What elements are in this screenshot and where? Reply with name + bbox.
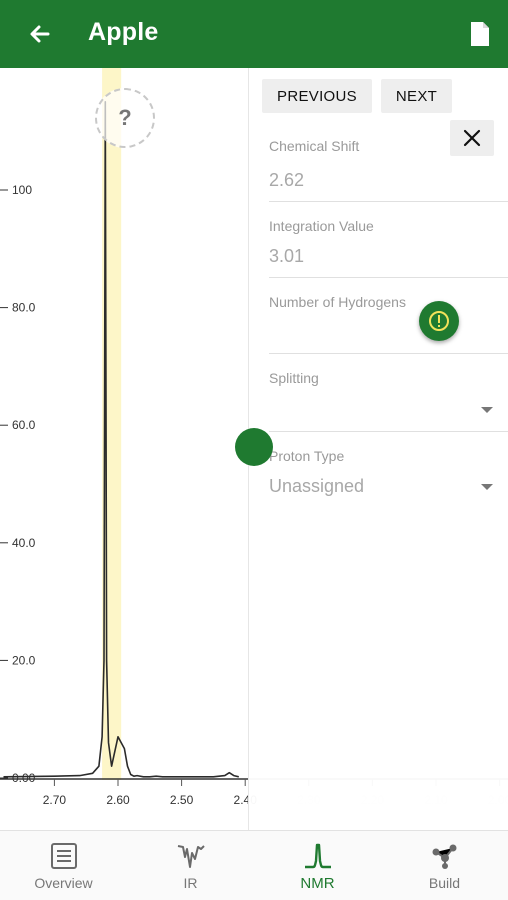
nav-overview-label: Overview <box>34 875 93 891</box>
nav-ir-label: IR <box>183 875 198 891</box>
y-tick-label: 0.00 <box>12 771 36 785</box>
integration-value-label: Integration Value <box>269 218 374 234</box>
nav-nmr-label: NMR <box>300 875 335 892</box>
splitting-select[interactable]: Splitting <box>269 370 508 432</box>
x-tick-label: 2.70 <box>43 793 67 807</box>
chemical-shift-field[interactable]: Chemical Shift 2.62 <box>269 138 508 202</box>
panel-drag-handle[interactable] <box>235 428 273 466</box>
y-tick-label: 100 <box>12 183 32 197</box>
proton-type-value: Unassigned <box>269 476 365 496</box>
proton-type-label: Proton Type <box>269 448 345 464</box>
integration-value-field[interactable]: Integration Value 3.01 <box>269 218 508 278</box>
hydrogens-warning-button[interactable] <box>419 301 459 341</box>
list-document-icon <box>50 843 77 869</box>
y-tick-label: 80.0 <box>12 301 36 315</box>
number-of-hydrogens-field[interactable]: Number of Hydrogens <box>269 294 508 354</box>
molecule-icon <box>432 844 456 869</box>
integration-value-value: 3.01 <box>269 246 305 266</box>
exclamation-icon <box>429 311 449 331</box>
nav-ir[interactable]: IR <box>127 831 254 900</box>
nav-overview[interactable]: Overview <box>0 831 127 900</box>
number-of-hydrogens-label: Number of Hydrogens <box>269 294 406 310</box>
splitting-label: Splitting <box>269 370 319 386</box>
x-tick-label: 2.50 <box>170 793 194 807</box>
peak-detail-panel: PREVIOUS NEXT Chemical Shift 2.62 Integr… <box>248 68 508 830</box>
peak-marker-label: ? <box>118 105 132 130</box>
nmr-peak-icon <box>304 843 331 869</box>
nav-nmr[interactable]: NMR <box>254 831 381 900</box>
chevron-down-icon <box>481 484 493 490</box>
ir-spectrum-icon <box>177 845 205 868</box>
y-tick-label: 40.0 <box>12 536 36 550</box>
arrow-left-icon[interactable] <box>26 20 54 48</box>
y-tick-label: 60.0 <box>12 418 36 432</box>
page-title: Apple <box>88 18 159 46</box>
bottom-navigation: Overview IR NMR Build <box>0 830 508 900</box>
previous-button[interactable]: PREVIOUS <box>262 79 372 113</box>
proton-type-select[interactable]: Proton Type Unassigned <box>269 448 508 512</box>
chevron-down-icon <box>481 407 493 413</box>
chemical-shift-label: Chemical Shift <box>269 138 360 154</box>
next-button[interactable]: NEXT <box>381 79 452 113</box>
nav-build-label: Build <box>428 875 461 891</box>
y-tick-label: 20.0 <box>12 653 36 667</box>
chemical-shift-value: 2.62 <box>269 170 305 190</box>
peak-unknown-marker[interactable]: ? <box>95 88 155 148</box>
app-bar: Apple <box>0 0 508 68</box>
x-tick-label: 2.60 <box>106 793 130 807</box>
document-icon[interactable] <box>468 20 492 48</box>
nav-build[interactable]: Build <box>381 831 508 900</box>
